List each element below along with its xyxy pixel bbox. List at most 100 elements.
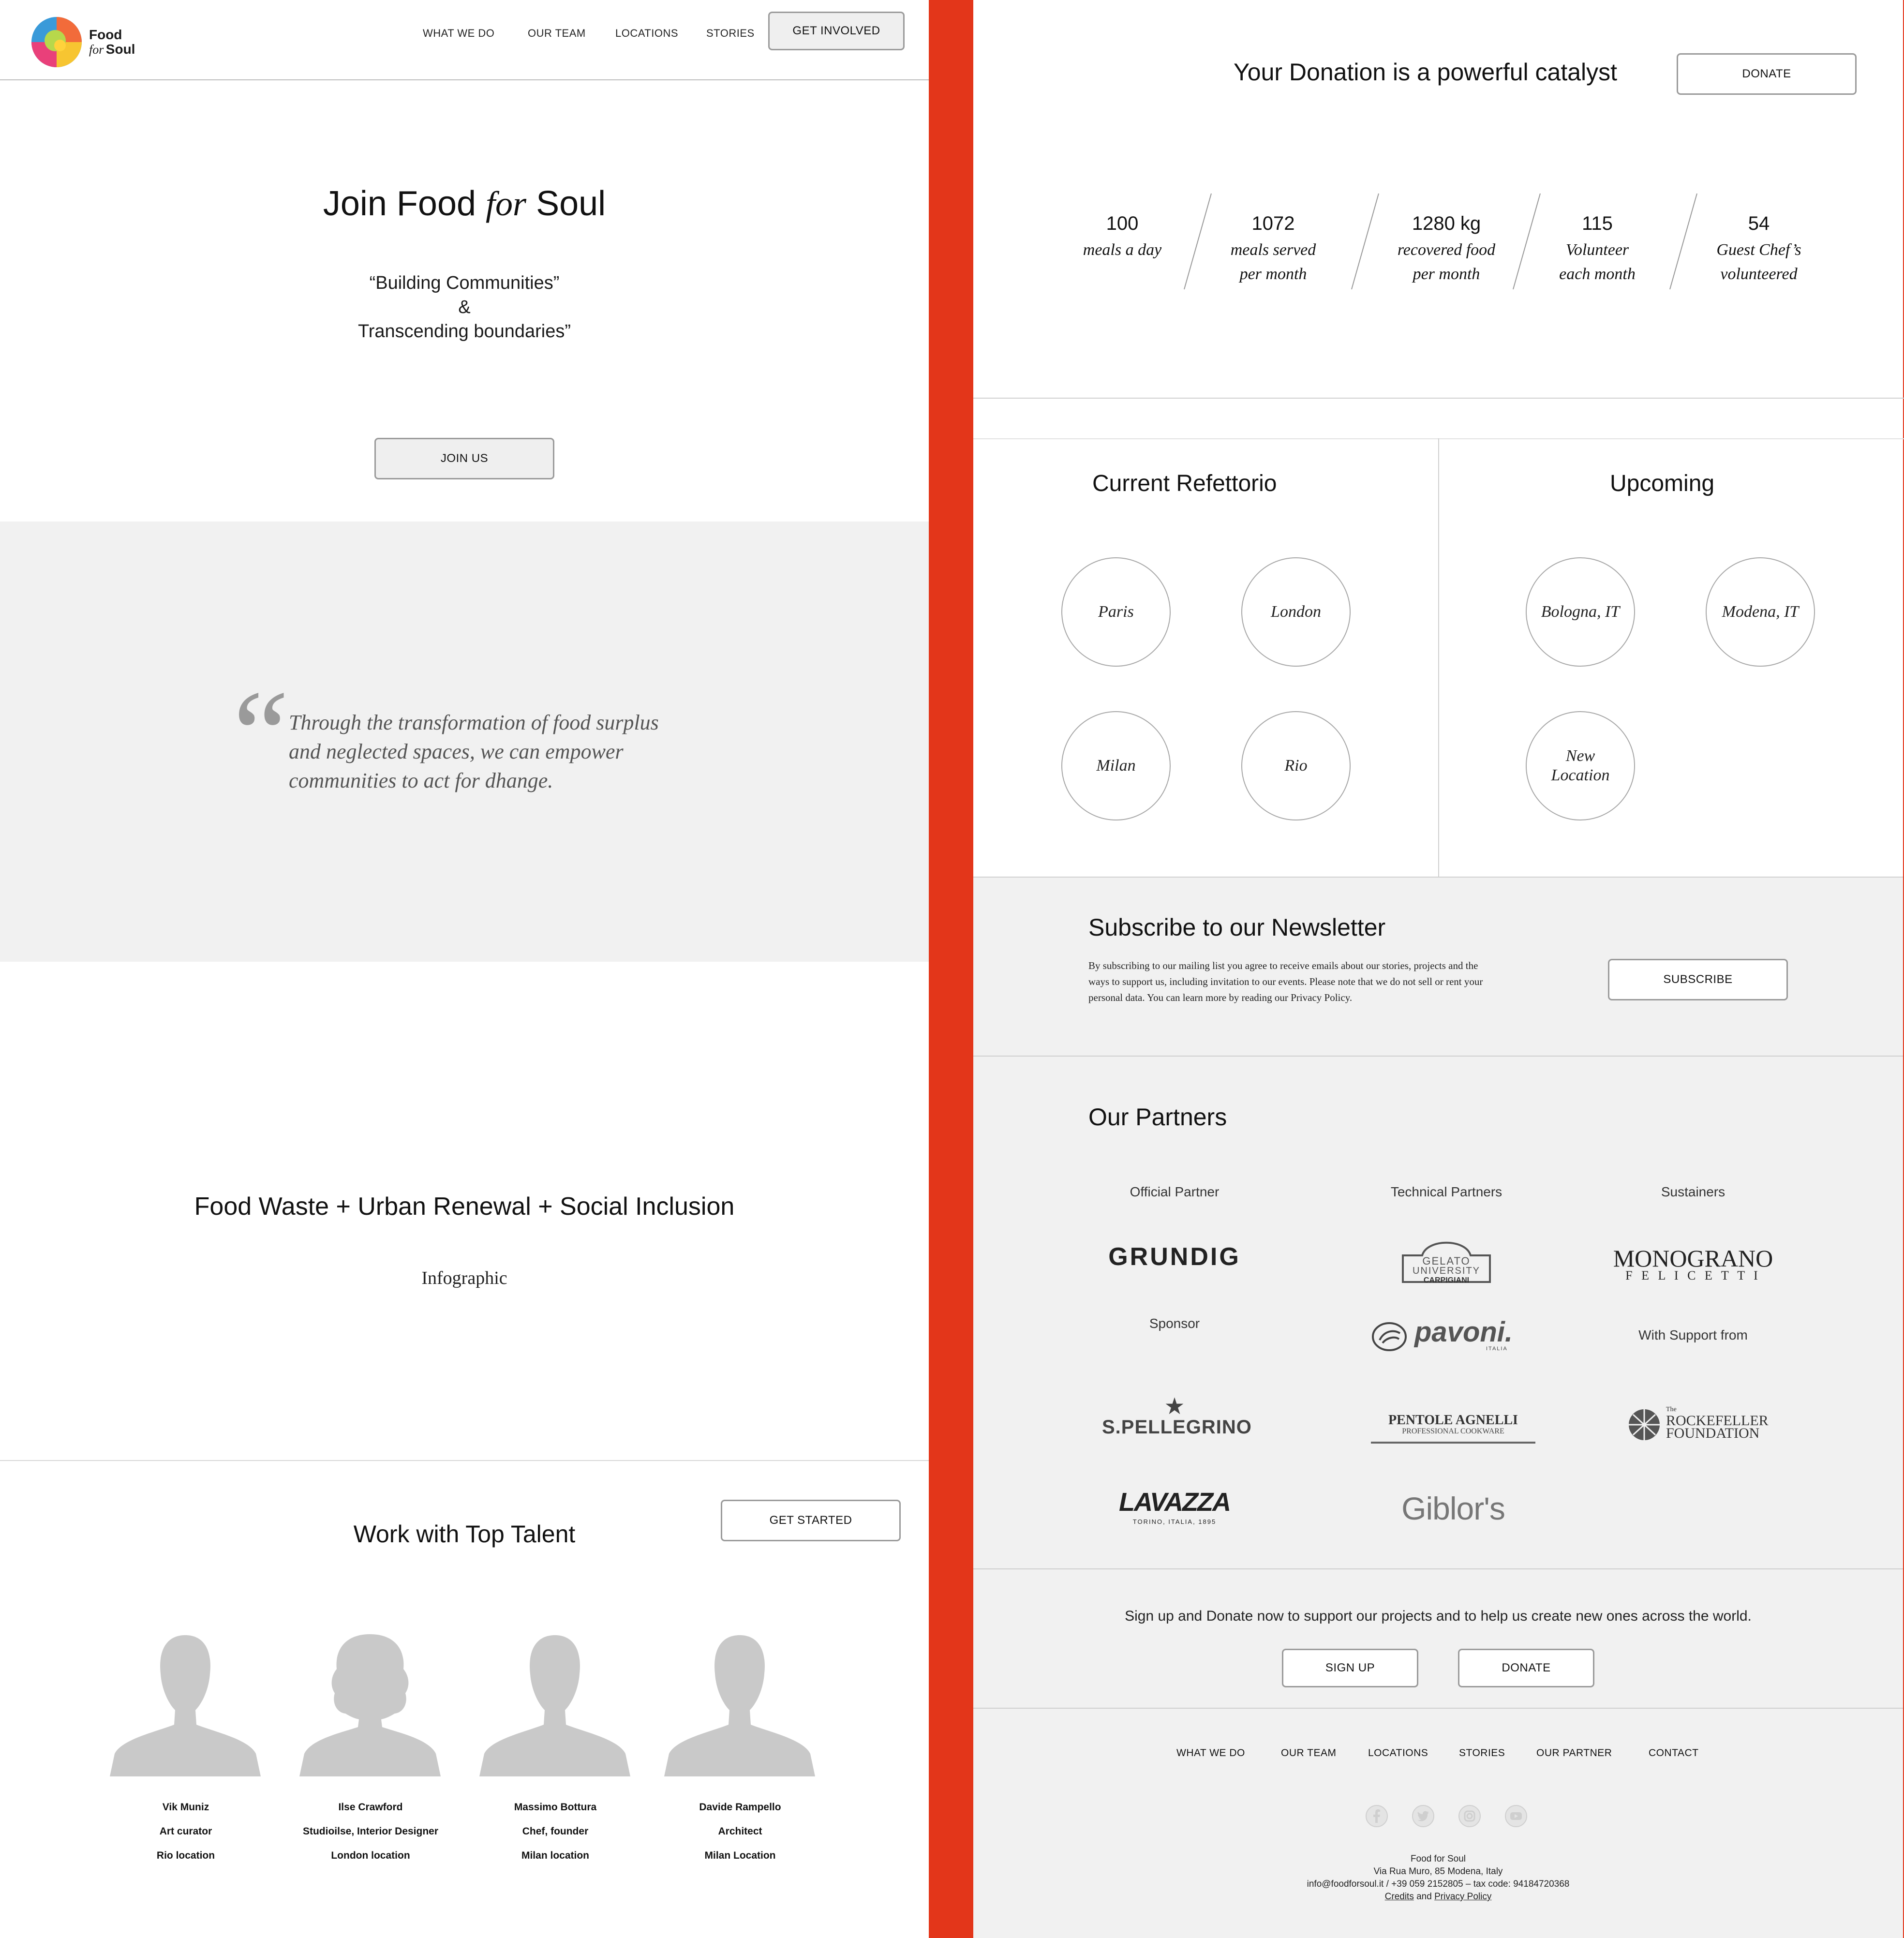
newsletter-text-1: By subscribing to our mailing list you a… — [1088, 960, 1478, 971]
person-role: Chef, founder — [522, 1826, 589, 1837]
avatar-male-icon — [664, 1635, 815, 1776]
donate-button[interactable]: DONATE — [1677, 53, 1857, 95]
newsletter-title: Subscribe to our Newsletter — [1088, 914, 1386, 941]
newsletter-section: Subscribe to our Newsletter By subscribi… — [973, 877, 1903, 1057]
logo-mark-icon — [31, 17, 82, 67]
accent-strip — [929, 0, 973, 1938]
nav-what-we-do[interactable]: WHAT WE DO — [423, 27, 494, 40]
cta-donate-button[interactable]: DONATE — [1458, 1649, 1594, 1687]
partners-title: Our Partners — [1088, 1103, 1227, 1131]
legal-and: and — [1416, 1892, 1432, 1902]
quote-line-3: communities to act for dhange. — [289, 769, 553, 792]
current-refettorio-title: Current Refettorio — [1092, 471, 1277, 496]
stat-dividers — [1184, 193, 1697, 290]
avatar-male-icon — [110, 1635, 261, 1776]
footer-nav-locations[interactable]: LOCATIONS — [1368, 1747, 1428, 1759]
hero-tagline-2: & — [458, 297, 471, 317]
footer-nav-stories[interactable]: STORIES — [1459, 1747, 1505, 1759]
logo[interactable]: Food for Soul — [31, 15, 157, 69]
person-card: Massimo Bottura Chef, founder Milan loca… — [468, 1630, 642, 1872]
quote-mark-icon: “ — [221, 665, 291, 804]
lavazza-logo[interactable]: LAVAZZA TORINO, ITALIA, 1895 — [1102, 1487, 1247, 1531]
nav-locations[interactable]: LOCATIONS — [615, 27, 678, 40]
instagram-icon[interactable] — [1458, 1804, 1481, 1828]
get-started-button[interactable]: GET STARTED — [721, 1500, 901, 1541]
new-location-line-2: Location — [1551, 766, 1610, 784]
youtube-icon[interactable] — [1504, 1804, 1528, 1828]
mission-title: Food Waste + Urban Renewal + Social Incl… — [194, 1193, 735, 1221]
right-page: Your Donation is a powerful catalyst DON… — [973, 0, 1904, 1938]
site-header: Food for Soul WHAT WE DO OUR TEAM LOCATI… — [0, 0, 929, 80]
pavoni-bird-icon — [1372, 1322, 1407, 1351]
person-location: Milan location — [521, 1850, 589, 1861]
footer: WHAT WE DO OUR TEAM LOCATIONS STORIES OU… — [973, 1709, 1903, 1938]
twitter-icon[interactable] — [1412, 1804, 1435, 1828]
privacy-policy-link[interactable]: Privacy Policy — [1434, 1892, 1491, 1902]
cta-section: Sign up and Donate now to support our pr… — [973, 1568, 1903, 1709]
location-circle-milan[interactable]: Milan — [1061, 711, 1171, 820]
person-location: Rio location — [156, 1850, 215, 1861]
logo-text-for-soul: for Soul — [89, 42, 135, 57]
sign-up-button[interactable]: SIGN UP — [1282, 1649, 1418, 1687]
quote-section: “ Through the transformation of food sur… — [0, 522, 929, 962]
facebook-icon[interactable] — [1365, 1804, 1388, 1828]
monograno-logo[interactable]: MONOGRANO F E L I C E T T I — [1611, 1244, 1775, 1283]
logo-text-food: Food — [89, 27, 122, 42]
pentole-agnelli-logo[interactable]: PENTOLE AGNELLI PROFESSIONAL COOKWARE — [1371, 1413, 1535, 1444]
person-card: Vik Muniz Art curator Rio location — [99, 1630, 273, 1872]
lavazza-sub: TORINO, ITALIA, 1895 — [1132, 1518, 1217, 1525]
logo-text-soul: Soul — [105, 42, 135, 57]
new-location-line-1: New — [1565, 747, 1595, 765]
footer-nav-our-team[interactable]: OUR TEAM — [1281, 1747, 1336, 1759]
sustainers-label: Sustainers — [1661, 1184, 1726, 1199]
location-circle-paris[interactable]: Paris — [1061, 557, 1171, 667]
person-name: Vik Muniz — [162, 1802, 209, 1813]
person-location: Milan Location — [704, 1850, 776, 1861]
hero-title-start: Join Food — [323, 184, 486, 223]
grundig-logo[interactable]: GRUNDIG — [1102, 1242, 1247, 1271]
location-circle-new[interactable]: New Location — [1526, 711, 1635, 820]
join-us-button[interactable]: JOIN US — [374, 438, 554, 479]
person-location: London location — [331, 1850, 410, 1861]
footer-nav-our-partner[interactable]: OUR PARTNER — [1536, 1747, 1612, 1759]
donation-title: Your Donation is a powerful catalyst — [1234, 59, 1618, 86]
gelato-line-3: CARPIGIANI — [1423, 1276, 1470, 1284]
s-pellegrino-logo[interactable]: ★ S.PELLEGRINO — [1102, 1395, 1252, 1439]
nav-stories[interactable]: STORIES — [706, 27, 755, 40]
person-name: Davide Rampello — [699, 1802, 781, 1813]
upcoming-title: Upcoming — [1610, 471, 1715, 496]
location-circle-bologna[interactable]: Bologna, IT — [1526, 557, 1635, 667]
location-circle-rio[interactable]: Rio — [1241, 711, 1351, 820]
hero-title: Join Food for Soul — [0, 184, 929, 224]
pellegrino-text: S.PELLEGRINO — [1102, 1416, 1252, 1438]
partners-section: Our Partners Official Partner Technical … — [973, 1057, 1903, 1568]
pavoni-text: pavoni. — [1414, 1316, 1513, 1348]
avatar-female-icon — [299, 1634, 441, 1776]
get-involved-button[interactable]: GET INVOLVED — [768, 12, 905, 50]
pentole-line-2: PROFESSIONAL COOKWARE — [1402, 1427, 1504, 1435]
gelato-university-logo[interactable]: GELATO UNIVERSITY CARPIGIANI — [1398, 1234, 1495, 1287]
location-circle-london[interactable]: London — [1241, 557, 1351, 667]
footer-address: Via Rua Muro, 85 Modena, Italy — [1373, 1866, 1503, 1877]
cta-text: Sign up and Donate now to support our pr… — [1125, 1608, 1752, 1624]
nav-our-team[interactable]: OUR TEAM — [528, 27, 586, 40]
location-circle-modena[interactable]: Modena, IT — [1706, 557, 1815, 667]
gelato-line-2: UNIVERSITY — [1412, 1266, 1481, 1276]
person-role: Studioilse, Interior Designer — [302, 1826, 439, 1837]
footer-nav-contact[interactable]: CONTACT — [1649, 1747, 1698, 1759]
hero-title-for: for — [486, 184, 527, 223]
avatar-male-icon — [479, 1635, 630, 1776]
rockefeller-foundation-logo[interactable]: The ROCKEFELLER FOUNDATION — [1627, 1406, 1772, 1445]
person-name: Massimo Bottura — [514, 1802, 597, 1813]
rockefeller-globe-icon — [1629, 1409, 1660, 1440]
footer-nav-what-we-do[interactable]: WHAT WE DO — [1176, 1747, 1245, 1759]
newsletter-text-2: ways to support us, including invitation… — [1088, 976, 1483, 987]
locations-column-divider — [1438, 438, 1439, 877]
pavoni-logo[interactable]: pavoni. ITALIA — [1371, 1316, 1535, 1355]
subscribe-button[interactable]: SUBSCRIBE — [1608, 959, 1788, 1000]
official-partner-label: Official Partner — [1130, 1184, 1220, 1199]
giblors-logo[interactable]: Giblor's — [1371, 1490, 1535, 1527]
credits-link[interactable]: Credits — [1385, 1892, 1414, 1902]
with-support-label: With Support from — [1638, 1327, 1748, 1342]
infographic-placeholder: Infographic — [421, 1268, 507, 1288]
